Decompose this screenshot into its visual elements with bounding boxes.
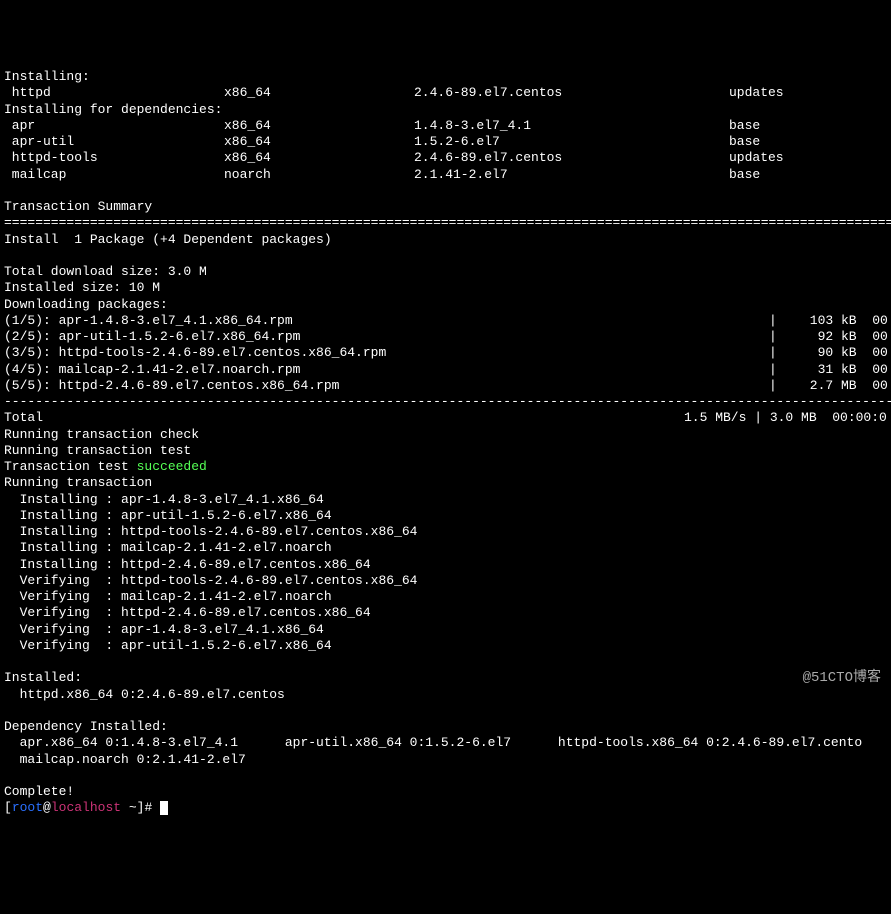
installed-pkg: httpd.x86_64 0:2.4.6-89.el7.centos <box>4 687 891 703</box>
shell-prompt[interactable]: [root@localhost ~]# <box>4 800 891 816</box>
download-row: (5/5): httpd-2.4.6-89.el7.centos.x86_64.… <box>4 378 891 394</box>
complete: Complete! <box>4 784 891 800</box>
blank <box>4 703 891 719</box>
txn-test-result: Transaction test succeeded <box>4 459 891 475</box>
dep-installed-line2: mailcap.noarch 0:2.1.41-2.el7 <box>4 752 891 768</box>
blank <box>4 768 891 784</box>
install-step: Installing : httpd-tools-2.4.6-89.el7.ce… <box>4 524 891 540</box>
txn-summary-label: Transaction Summary <box>4 199 891 215</box>
dep-installed-label: Dependency Installed: <box>4 719 891 735</box>
download-size: Total download size: 3.0 M <box>4 264 891 280</box>
package-row: aprx86_641.4.8-3.el7_4.1base <box>4 118 891 134</box>
prompt-user: root <box>12 800 43 815</box>
blank <box>4 183 891 199</box>
separator-dash: ----------------------------------------… <box>4 394 891 410</box>
cursor <box>160 801 168 815</box>
package-row: httpd-toolsx86_642.4.6-89.el7.centosupda… <box>4 150 891 166</box>
install-step: Installing : httpd-2.4.6-89.el7.centos.x… <box>4 557 891 573</box>
installing-deps-header: Installing for dependencies: <box>4 102 891 118</box>
terminal-output[interactable]: Installing: httpdx86_642.4.6-89.el7.cent… <box>4 69 891 817</box>
prompt-host: localhost <box>51 800 121 815</box>
install-step: Installing : mailcap-2.1.41-2.el7.noarch <box>4 540 891 556</box>
install-count: Install 1 Package (+4 Dependent packages… <box>4 232 891 248</box>
succeeded-text: succeeded <box>137 459 207 474</box>
watermark: @51CTO博客 <box>803 670 881 688</box>
downloading-label: Downloading packages: <box>4 297 891 313</box>
install-step: Verifying : apr-util-1.5.2-6.el7.x86_64 <box>4 638 891 654</box>
download-row: (3/5): httpd-tools-2.4.6-89.el7.centos.x… <box>4 345 891 361</box>
dep-installed-line: apr.x86_64 0:1.4.8-3.el7_4.1 apr-util.x8… <box>4 735 891 751</box>
installed-size: Installed size: 10 M <box>4 280 891 296</box>
blank <box>4 248 891 264</box>
package-row: httpdx86_642.4.6-89.el7.centosupdates <box>4 85 891 101</box>
install-step: Verifying : httpd-tools-2.4.6-89.el7.cen… <box>4 573 891 589</box>
total-row: Total1.5 MB/s | 3.0 MB 00:00:0 <box>4 410 891 426</box>
install-step: Installing : apr-1.4.8-3.el7_4.1.x86_64 <box>4 492 891 508</box>
separator-double: ========================================… <box>4 215 891 231</box>
installed-label: Installed: <box>4 670 891 686</box>
install-step: Verifying : httpd-2.4.6-89.el7.centos.x8… <box>4 605 891 621</box>
download-row: (2/5): apr-util-1.5.2-6.el7.x86_64.rpm| … <box>4 329 891 345</box>
running-test: Running transaction test <box>4 443 891 459</box>
install-step: Verifying : mailcap-2.1.41-2.el7.noarch <box>4 589 891 605</box>
install-step: Installing : apr-util-1.5.2-6.el7.x86_64 <box>4 508 891 524</box>
running-txn: Running transaction <box>4 475 891 491</box>
installing-header: Installing: <box>4 69 891 85</box>
download-row: (1/5): apr-1.4.8-3.el7_4.1.x86_64.rpm| 1… <box>4 313 891 329</box>
blank <box>4 654 891 670</box>
install-step: Verifying : apr-1.4.8-3.el7_4.1.x86_64 <box>4 622 891 638</box>
download-row: (4/5): mailcap-2.1.41-2.el7.noarch.rpm| … <box>4 362 891 378</box>
package-row: mailcapnoarch2.1.41-2.el7base <box>4 167 891 183</box>
package-row: apr-utilx86_641.5.2-6.el7base <box>4 134 891 150</box>
running-check: Running transaction check <box>4 427 891 443</box>
